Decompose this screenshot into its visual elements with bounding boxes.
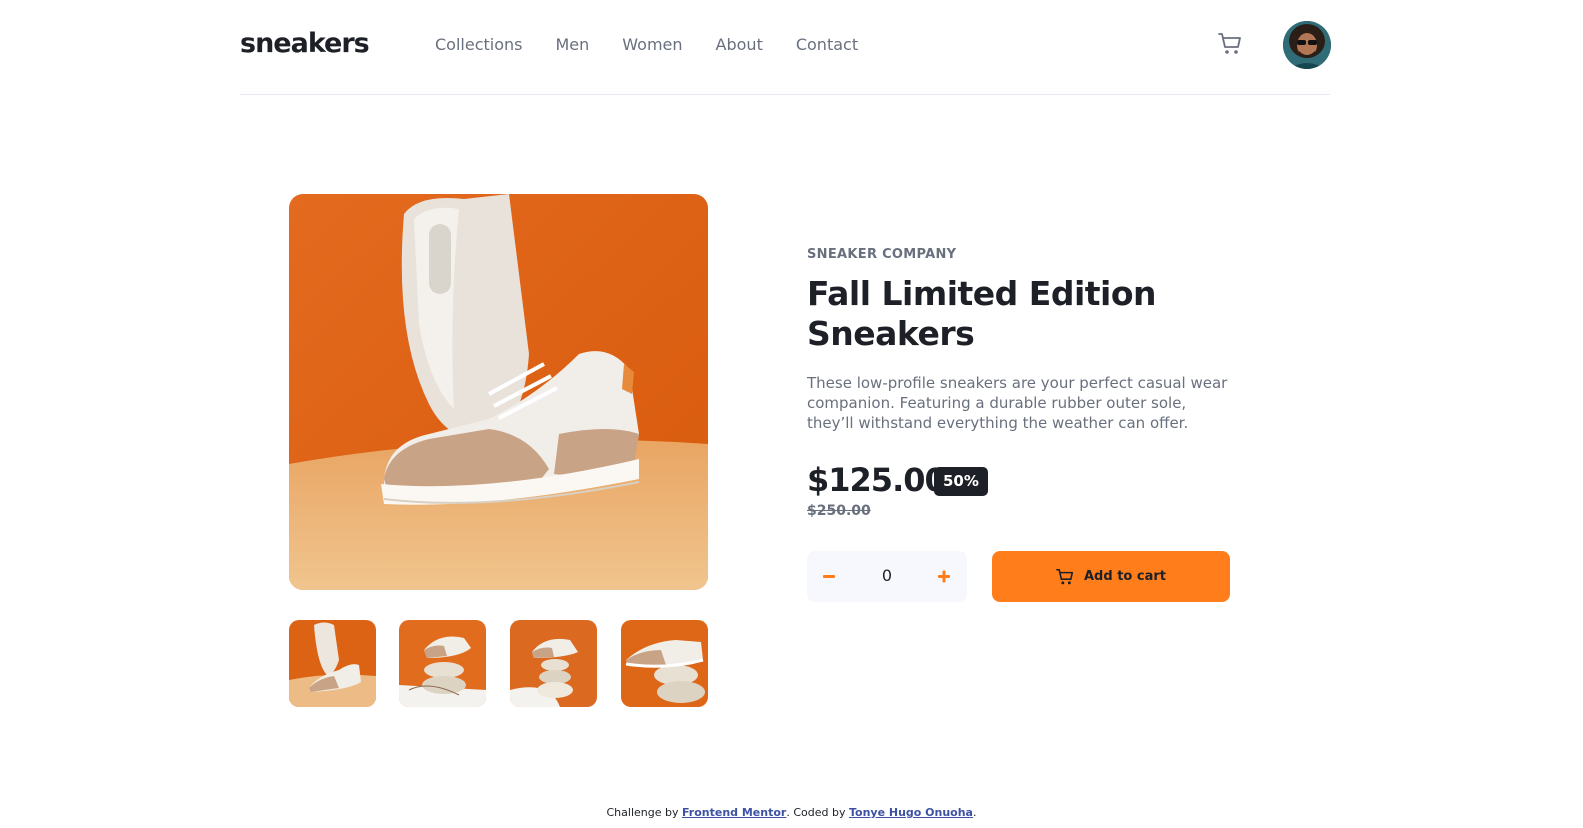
main-product-image[interactable] xyxy=(289,194,708,590)
challenge-prefix: Challenge by xyxy=(606,806,679,819)
original-price: $250.00 xyxy=(807,503,871,519)
nav-women[interactable]: Women xyxy=(622,35,682,55)
thumbnail-2[interactable] xyxy=(399,620,486,707)
thumbnail-4[interactable] xyxy=(621,620,708,707)
nav-contact[interactable]: Contact xyxy=(796,35,858,55)
avatar[interactable] xyxy=(1283,21,1331,69)
product-description: These low-profile sneakers are your perf… xyxy=(807,374,1228,432)
thumbnail-3[interactable] xyxy=(510,620,597,707)
nav-about[interactable]: About xyxy=(716,35,763,55)
main-nav: Collections Men Women About Contact xyxy=(435,35,891,55)
site-header: sneakers Collections Men Women About Con… xyxy=(240,0,1331,95)
quantity-value[interactable]: 0 xyxy=(857,566,917,585)
current-price: $125.00 xyxy=(807,461,947,499)
attribution-footer: Challenge by Frontend Mentor. Coded by T… xyxy=(0,806,1583,819)
nav-men[interactable]: Men xyxy=(555,35,589,55)
plus-icon[interactable] xyxy=(934,563,954,590)
nav-collections[interactable]: Collections xyxy=(435,35,522,55)
product-title: Fall Limited Edition Sneakers xyxy=(807,274,1157,353)
frontend-mentor-link[interactable]: Frontend Mentor xyxy=(682,806,786,819)
cart-icon[interactable] xyxy=(1218,33,1244,57)
quantity-stepper: 0 xyxy=(807,551,967,602)
author-link[interactable]: Tonye Hugo Onuoha xyxy=(849,806,973,819)
brand-label: SNEAKER COMPANY xyxy=(807,247,957,262)
add-to-cart-button[interactable]: Add to cart xyxy=(992,551,1230,602)
minus-icon[interactable] xyxy=(819,563,839,590)
thumbnail-1[interactable] xyxy=(289,620,376,707)
coded-prefix: . Coded by xyxy=(786,806,846,819)
logo[interactable]: sneakers xyxy=(240,28,370,59)
discount-badge: 50% xyxy=(934,467,988,496)
cart-icon xyxy=(1056,568,1074,584)
footer-suffix: . xyxy=(972,806,977,819)
add-to-cart-label: Add to cart xyxy=(1084,569,1166,584)
